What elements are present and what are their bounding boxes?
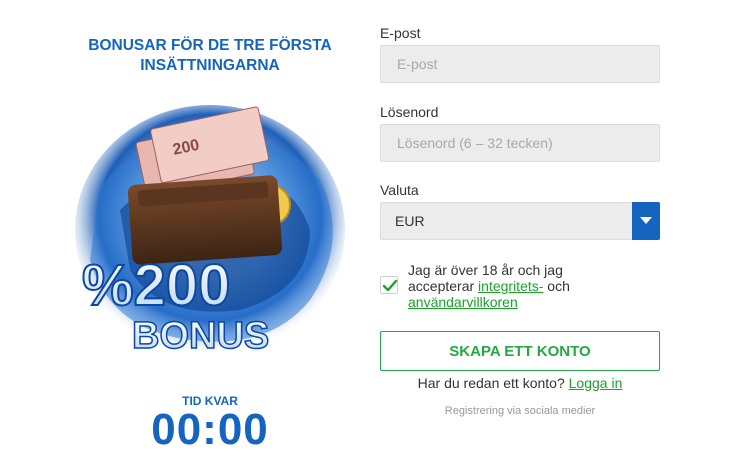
create-account-button[interactable]: SKAPA ETT KONTO — [380, 331, 660, 371]
promo-title-line1: BONUSAR FÖR DE TRE FÖRSTA — [88, 37, 332, 54]
promo-title: BONUSAR FÖR DE TRE FÖRSTA INSÄTTNINGARNA — [60, 36, 360, 76]
login-link[interactable]: Logga in — [569, 375, 623, 391]
social-registration-text[interactable]: Registrering via sociala medier — [380, 405, 660, 417]
bonus-wallet-illustration: 200 %200 BONUS — [75, 105, 345, 358]
currency-label: Valuta — [380, 182, 419, 198]
privacy-link[interactable]: integritets- — [478, 278, 543, 294]
email-field[interactable] — [380, 45, 660, 83]
terms-of-use-link[interactable]: användarvillkoren — [408, 294, 518, 310]
login-prompt: Har du redan ett konto? Logga in — [380, 375, 660, 391]
checkmark-icon — [382, 279, 398, 292]
chevron-down-icon — [640, 217, 652, 224]
currency-selected-value: EUR — [395, 213, 425, 229]
promo-panel: BONUSAR FÖR DE TRE FÖRSTA INSÄTTNINGARNA — [60, 0, 360, 462]
countdown-timer: 00:00 — [151, 405, 269, 454]
terms-text: Jag är över 18 år och jag accepterar int… — [408, 262, 618, 310]
have-account-text: Har du redan ett konto? — [417, 375, 569, 391]
terms-checkbox[interactable] — [380, 276, 398, 294]
currency-select[interactable]: EUR — [380, 202, 660, 240]
bonus-percent-text: %200 — [82, 253, 230, 318]
promo-title-line2: INSÄTTNINGARNA — [140, 57, 280, 74]
email-label: E-post — [380, 25, 421, 41]
terms-text-part2: och — [543, 278, 570, 294]
dropdown-toggle[interactable] — [632, 202, 660, 240]
bonus-word-text: BONUS — [132, 315, 269, 357]
password-field[interactable] — [380, 124, 660, 162]
password-label: Lösenord — [380, 104, 439, 120]
